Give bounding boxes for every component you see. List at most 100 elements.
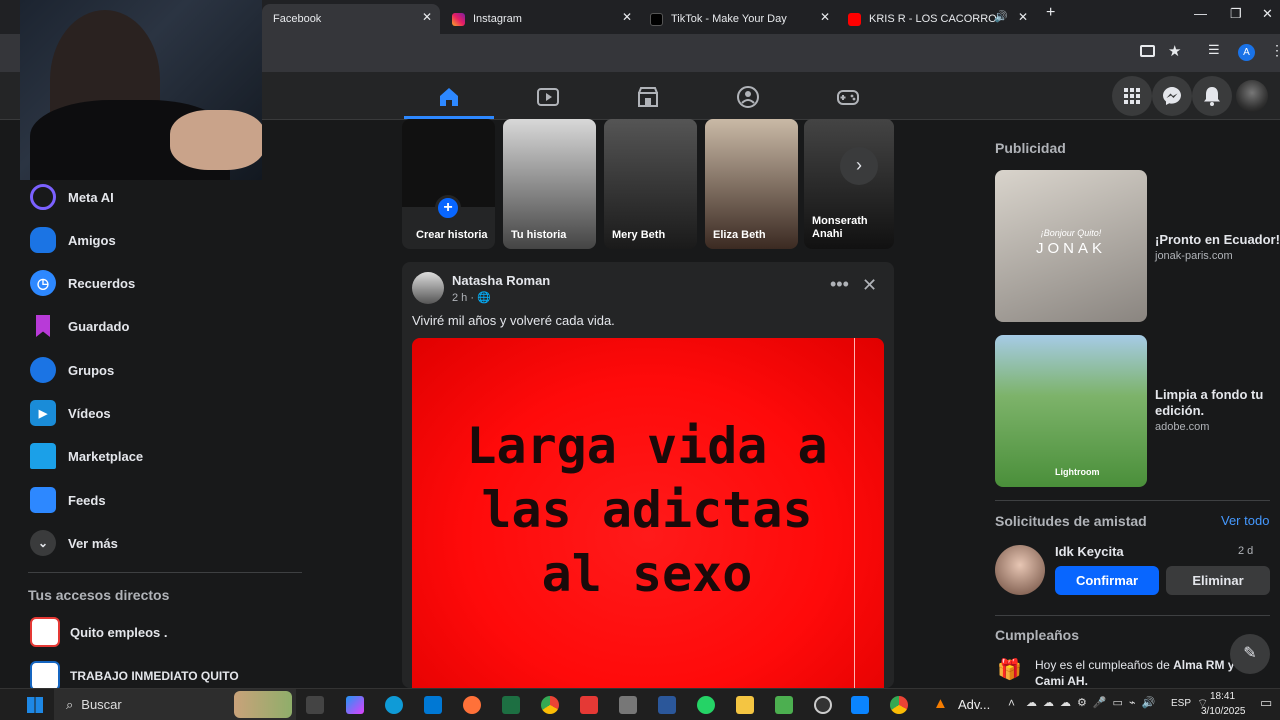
browser-menu-icon[interactable]: ⋮ <box>1270 42 1280 59</box>
story-eliza-beth[interactable]: Eliza Beth <box>705 119 798 249</box>
sidebar-item-label: Ver más <box>68 535 118 551</box>
file-explorer-icon[interactable] <box>736 696 754 714</box>
close-tab-icon[interactable]: ✕ <box>622 10 632 24</box>
story-create[interactable]: + Crear historia <box>402 119 495 249</box>
watch-icon[interactable] <box>535 84 561 110</box>
right-divider <box>995 615 1270 616</box>
copilot-icon[interactable] <box>346 696 364 714</box>
menu-grid-button[interactable] <box>1112 76 1152 116</box>
sidebar-item-ver-mas[interactable]: ⌄ Ver más <box>30 530 118 556</box>
post-time-text: 2 h · <box>452 292 475 304</box>
confirm-button[interactable]: Confirmar <box>1055 566 1159 595</box>
extensions-icon[interactable]: ☰ <box>1208 42 1220 58</box>
sidebar-item-marketplace[interactable]: Marketplace <box>30 443 143 469</box>
bookmark-star-icon[interactable]: ★ <box>1168 42 1181 60</box>
post-image[interactable]: Larga vida a las adictas al sexo <box>412 338 884 688</box>
tiktok-icon <box>650 12 663 26</box>
ad-item[interactable]: Lightroom Limpia a fondo tu edición. ado… <box>995 335 1280 487</box>
sidebar-item-feeds[interactable]: Feeds <box>30 487 106 513</box>
post-close-icon[interactable]: ✕ <box>862 275 877 296</box>
tray-chevron-icon[interactable]: ˄ <box>1008 696 1015 710</box>
story-name: Monserath Anahi <box>812 215 868 240</box>
app-icon[interactable] <box>775 696 793 714</box>
ad-domain: jonak-paris.com <box>1155 250 1233 262</box>
maximize-icon[interactable]: ❐ <box>1230 6 1242 22</box>
friend-request-avatar[interactable] <box>995 545 1045 595</box>
notifications-button[interactable] <box>1192 76 1232 116</box>
search-placeholder: Buscar <box>81 697 122 712</box>
whatsapp-icon[interactable] <box>697 696 715 714</box>
firefox-icon[interactable] <box>463 696 481 714</box>
sidebar-item-meta-ai[interactable]: Meta AI <box>30 184 114 210</box>
weather-text[interactable]: Adv... <box>958 697 990 712</box>
post-author-name[interactable]: Natasha Roman <box>452 273 550 288</box>
obs-icon[interactable] <box>814 696 832 714</box>
notification-center-icon[interactable]: ▭ <box>1260 695 1272 711</box>
delete-button[interactable]: Eliminar <box>1166 566 1270 595</box>
sidebar-item-guardado[interactable]: Guardado <box>30 313 129 339</box>
sidebar-item-label: Guardado <box>68 318 130 334</box>
post-options-icon[interactable]: ••• <box>830 274 849 295</box>
streamer-arm <box>170 110 262 170</box>
close-tab-icon[interactable]: ✕ <box>422 10 432 24</box>
post-author-avatar[interactable] <box>412 272 444 304</box>
shortcut-quito-empleos[interactable]: Quito empleos . <box>30 617 168 647</box>
gaming-icon[interactable] <box>835 84 861 110</box>
add-story-icon[interactable]: + <box>435 195 461 221</box>
new-tab-icon[interactable]: + <box>1046 4 1055 22</box>
language-indicator[interactable]: ESP <box>1171 698 1191 709</box>
start-button-icon[interactable] <box>27 697 43 713</box>
sidebar-item-label: Quito empleos . <box>70 624 168 640</box>
clock-date[interactable]: 3/10/2025 <box>1201 706 1246 717</box>
ad-brand: Lightroom <box>1055 467 1100 477</box>
app-icon[interactable] <box>851 696 869 714</box>
story-mery-beth[interactable]: Mery Beth <box>604 119 697 249</box>
groups-icon[interactable] <box>735 84 761 110</box>
edge-icon[interactable] <box>385 696 403 714</box>
sidebar-item-amigos[interactable]: Amigos <box>30 227 116 253</box>
tab-tiktok[interactable]: TikTok - Make Your Day ✕ <box>642 4 838 34</box>
post-text: Viviré mil años y volveré cada vida. <box>412 313 615 328</box>
account-avatar[interactable] <box>1236 80 1268 112</box>
story-monserath-anahi[interactable]: Monserath Anahi <box>804 119 894 249</box>
close-window-icon[interactable]: ✕ <box>1262 6 1273 22</box>
sidebar-item-recuerdos[interactable]: ◷ Recuerdos <box>30 270 135 296</box>
close-tab-icon[interactable]: ✕ <box>1018 10 1028 24</box>
globe-icon: 🌐 <box>477 292 491 304</box>
outlook-icon[interactable] <box>424 696 442 714</box>
story-tu-historia[interactable]: Tu historia <box>503 119 596 249</box>
stories-next-button[interactable]: › <box>840 147 878 185</box>
tab-instagram[interactable]: Instagram ✕ <box>444 4 640 34</box>
marketplace-icon[interactable] <box>635 84 661 110</box>
friend-request-name[interactable]: Idk Keycita <box>1055 544 1124 559</box>
clock-time[interactable]: 18:41 <box>1210 691 1235 702</box>
install-app-icon[interactable] <box>1140 45 1155 57</box>
see-all-link[interactable]: Ver todo <box>1221 513 1269 528</box>
sidebar-item-grupos[interactable]: Grupos <box>30 357 114 383</box>
messenger-button[interactable] <box>1152 76 1192 116</box>
home-icon[interactable] <box>436 84 462 110</box>
weather-warning-icon[interactable]: ▲ <box>933 695 948 712</box>
sidebar-item-videos[interactable]: ▶ Vídeos <box>30 400 111 426</box>
new-message-button[interactable]: ✎ <box>1230 634 1270 674</box>
app-icon[interactable] <box>619 696 637 714</box>
wps-icon[interactable] <box>580 696 598 714</box>
close-tab-icon[interactable]: ✕ <box>820 10 830 24</box>
profile-avatar[interactable]: A <box>1238 44 1255 61</box>
shortcut-trabajo-inmediato[interactable]: TRABAJO INMEDIATO QUITO <box>30 661 239 691</box>
tray-icons[interactable]: ☁☁☁⚙🎤▭⌁🔊 <box>1026 696 1161 709</box>
audio-playing-icon[interactable]: 🔊 <box>994 10 1008 23</box>
ad-item[interactable]: ¡Bonjour Quito! JONAK ¡Pronto en Ecuador… <box>995 170 1280 322</box>
ad-title: Limpia a fondo tu edición. <box>1155 387 1264 418</box>
excel-icon[interactable] <box>502 696 520 714</box>
search-icon: ⌕ <box>66 696 74 712</box>
chrome-icon[interactable] <box>890 696 908 714</box>
tab-facebook[interactable]: Facebook ✕ <box>262 4 440 34</box>
sidebar-item-label: Grupos <box>68 362 115 378</box>
taskbar-search[interactable]: ⌕ Buscar <box>54 689 296 720</box>
word-icon[interactable] <box>658 696 676 714</box>
task-view-icon[interactable] <box>306 696 324 714</box>
chrome-icon[interactable] <box>541 696 559 714</box>
tab-youtube[interactable]: KRIS R - LOS CACORROS US 🔊 ✕ <box>840 4 1036 34</box>
minimize-icon[interactable]: — <box>1194 6 1207 21</box>
